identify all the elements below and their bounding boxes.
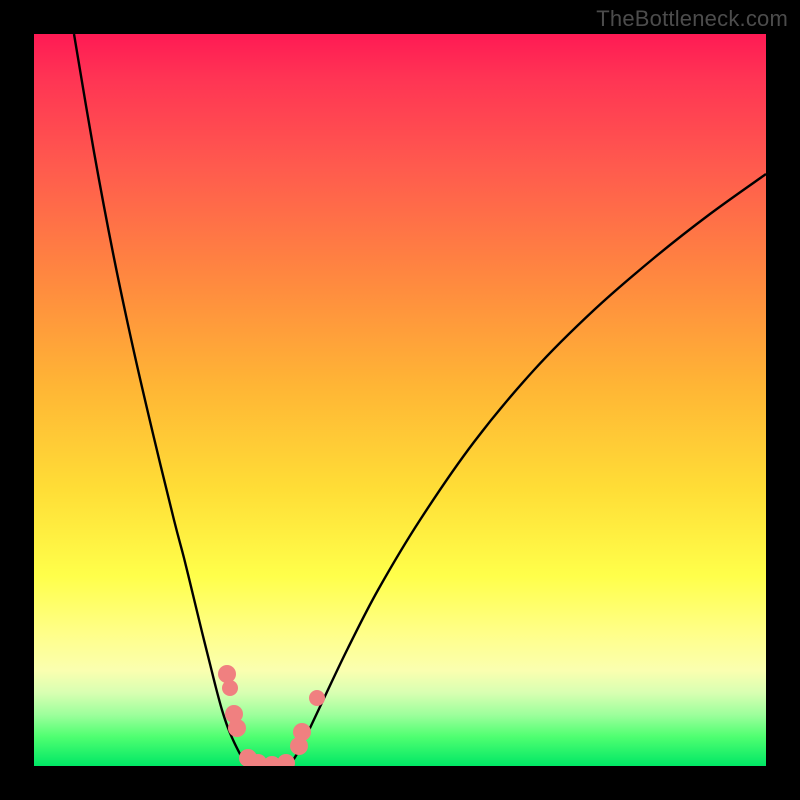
chart-plot-area bbox=[34, 34, 766, 766]
data-point bbox=[293, 723, 311, 741]
watermark-text: TheBottleneck.com bbox=[596, 6, 788, 32]
data-point bbox=[218, 665, 236, 683]
data-point bbox=[222, 680, 238, 696]
data-point bbox=[277, 754, 295, 766]
data-point bbox=[228, 719, 246, 737]
chart-frame: TheBottleneck.com bbox=[0, 0, 800, 800]
data-point bbox=[309, 690, 325, 706]
data-points bbox=[34, 34, 766, 766]
